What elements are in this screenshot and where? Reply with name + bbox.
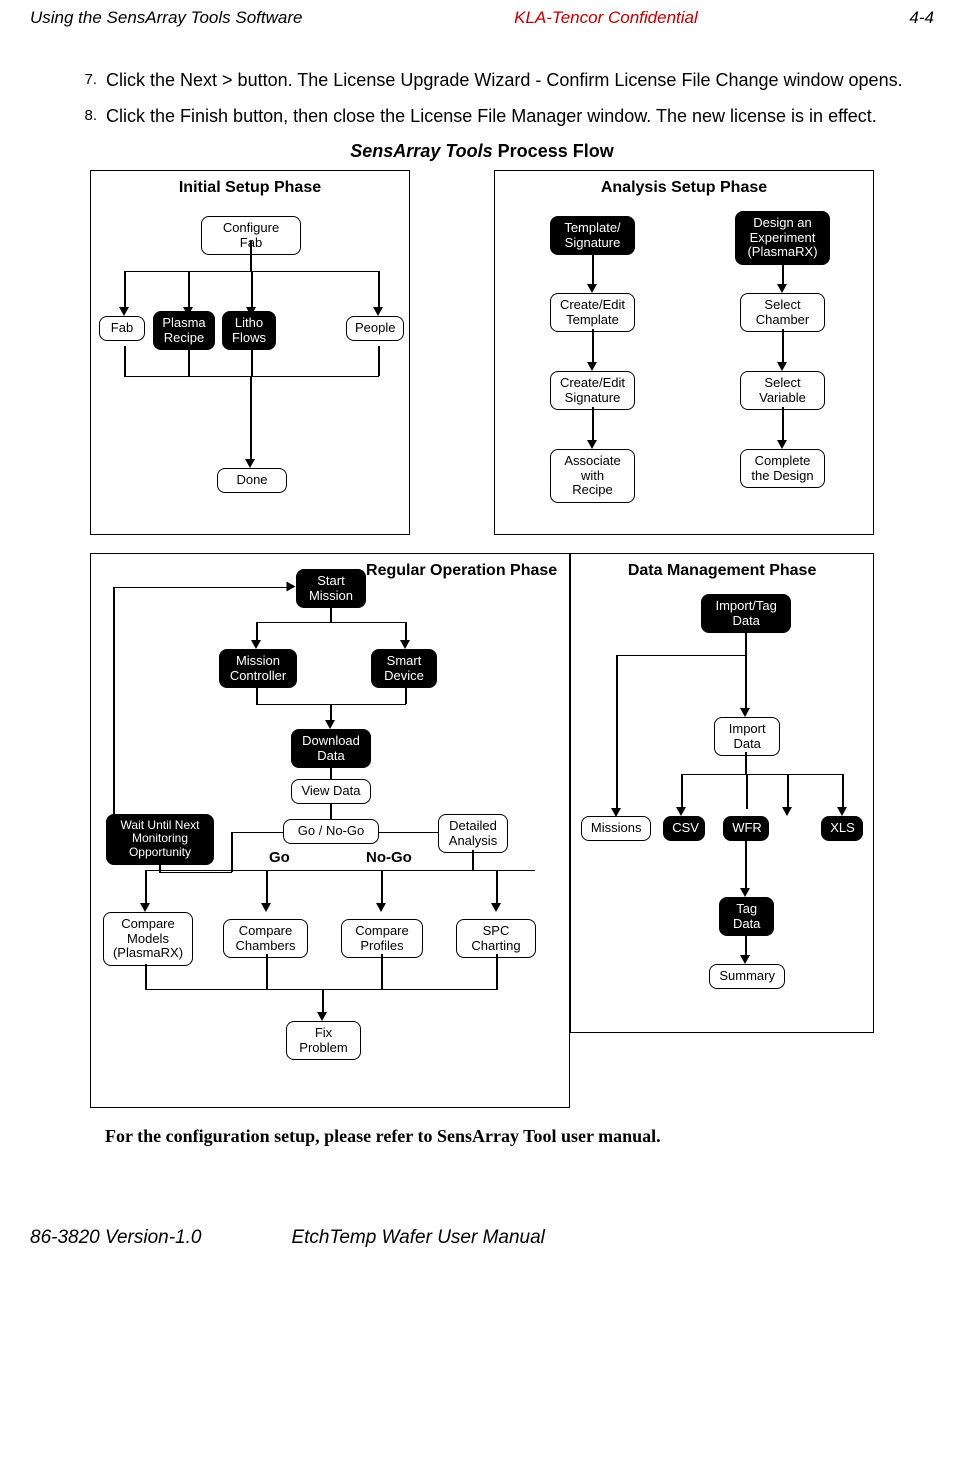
node-fab: Fab <box>99 316 145 341</box>
go-label: Go <box>269 849 290 866</box>
node-detailed-analysis: Detailed Analysis <box>438 814 508 854</box>
flow-title-italic: SensArray Tools <box>350 141 492 161</box>
flow-title-rest: Process Flow <box>493 141 614 161</box>
analysis-setup-title: Analysis Setup Phase <box>495 179 873 197</box>
header-center: KLA-Tencor Confidential <box>514 8 698 28</box>
data-management-phase-box: Data Management Phase Import/Tag Data Im… <box>570 553 874 1033</box>
step-7-num: 7. <box>75 68 97 90</box>
step-8-text: Click the Finish button, then close the … <box>106 104 916 128</box>
node-compare-models: Compare Models (PlasmaRX) <box>103 912 193 967</box>
initial-setup-phase-box: Initial Setup Phase Configure Fab Fab Pl… <box>90 170 410 535</box>
regular-operation-phase-box: Regular Operation Phase Start Mission Mi… <box>90 553 570 1108</box>
node-plasma-recipe: Plasma Recipe <box>153 311 215 351</box>
node-create-edit-template: Create/Edit Template <box>550 293 635 333</box>
node-smart-device: Smart Device <box>371 649 437 689</box>
node-import-data: Import Data <box>714 717 780 757</box>
node-people: People <box>346 316 404 341</box>
node-xls: XLS <box>821 816 863 841</box>
node-csv: CSV <box>663 816 705 841</box>
nogo-label: No-Go <box>366 849 412 866</box>
node-select-variable: Select Variable <box>740 371 825 411</box>
node-start-mission: Start Mission <box>296 569 366 609</box>
step-8-num: 8. <box>75 104 97 126</box>
node-download-data: Download Data <box>291 729 371 769</box>
node-wait-monitoring: Wait Until Next Monitoring Opportunity <box>106 814 214 865</box>
node-view-data: View Data <box>291 779 371 804</box>
analysis-setup-phase-box: Analysis Setup Phase Template/ Signature… <box>494 170 874 535</box>
bottom-note: For the configuration setup, please refe… <box>105 1126 934 1147</box>
node-mission-controller: Mission Controller <box>219 649 297 689</box>
header-right: 4-4 <box>909 8 934 28</box>
node-missions: Missions <box>581 816 651 841</box>
node-spc-charting: SPC Charting <box>456 919 536 959</box>
step-8: 8. Click the Finish button, then close t… <box>75 104 934 128</box>
node-litho-flows: Litho Flows <box>222 311 276 351</box>
node-wfr: WFR <box>723 816 769 841</box>
flow-title: SensArray Tools Process Flow <box>30 141 934 162</box>
node-associate-recipe: Associate with Recipe <box>550 449 635 504</box>
page-header: Using the SensArray Tools Software KLA-T… <box>30 8 934 28</box>
footer-left: 86-3820 Version-1.0 <box>30 1227 201 1249</box>
node-create-edit-signature: Create/Edit Signature <box>550 371 635 411</box>
node-compare-profiles: Compare Profiles <box>341 919 423 959</box>
data-management-title: Data Management Phase <box>571 562 873 580</box>
node-import-tag: Import/Tag Data <box>701 594 791 634</box>
page-footer: 86-3820 Version-1.0 EtchTemp Wafer User … <box>30 1227 934 1249</box>
node-fix-problem: Fix Problem <box>286 1021 361 1061</box>
node-compare-chambers: Compare Chambers <box>223 919 308 959</box>
initial-setup-title: Initial Setup Phase <box>91 179 409 197</box>
footer-right: EtchTemp Wafer User Manual <box>291 1227 544 1249</box>
node-go-nogo: Go / No-Go <box>283 819 379 844</box>
node-summary: Summary <box>709 964 785 989</box>
step-7-text: Click the Next > button. The License Upg… <box>106 68 916 92</box>
node-select-chamber: Select Chamber <box>740 293 825 333</box>
node-template-signature: Template/ Signature <box>550 216 635 256</box>
node-complete-design: Complete the Design <box>740 449 825 489</box>
node-tag-data: Tag Data <box>719 897 774 937</box>
header-left: Using the SensArray Tools Software <box>30 8 302 28</box>
node-done: Done <box>217 468 287 493</box>
node-design-experiment: Design an Experiment (PlasmaRX) <box>735 211 830 266</box>
step-7: 7. Click the Next > button. The License … <box>75 68 934 92</box>
